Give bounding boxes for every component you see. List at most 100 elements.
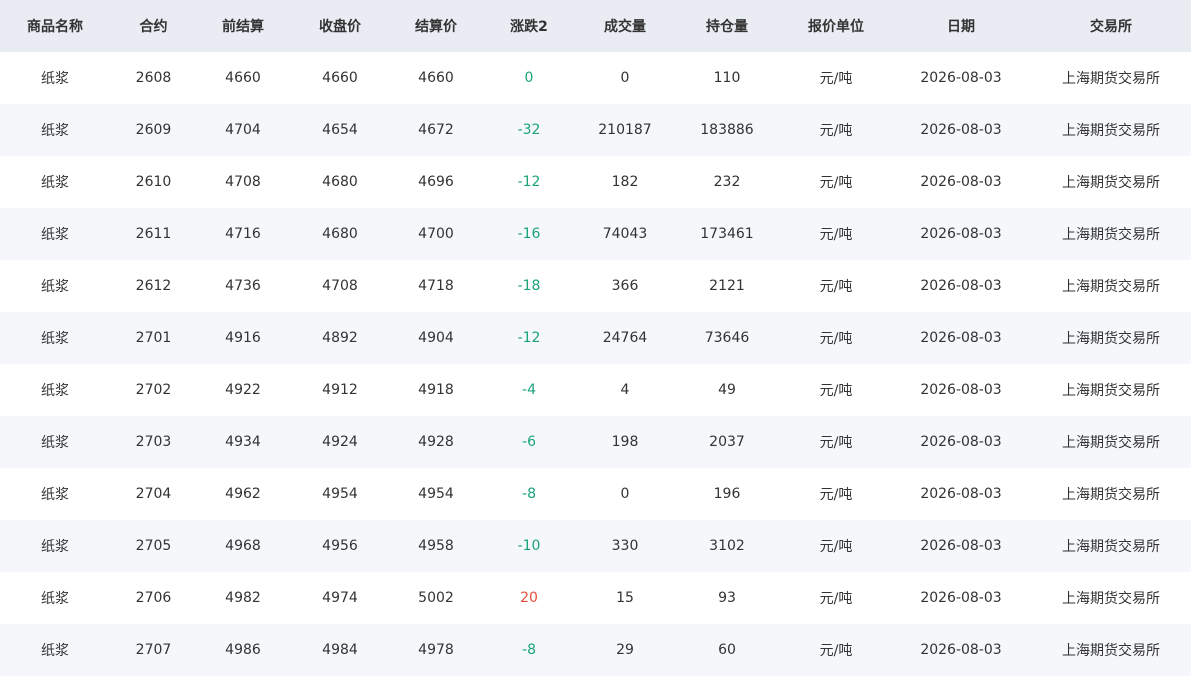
- cell-date: 2026-08-03: [891, 416, 1031, 468]
- table-row[interactable]: 纸浆 2707 4986 4984 4978 -8 29 60 元/吨 2026-08-03 上海期…: [0, 624, 1191, 676]
- cell-name: 纸浆: [0, 156, 110, 208]
- header-col-exchange[interactable]: 交易所: [1031, 0, 1191, 52]
- table-row[interactable]: 纸浆 2609 4704 4654 4672 -32 210187 183886 元/吨 2026…: [0, 104, 1191, 156]
- cell-close: 4680: [289, 156, 391, 208]
- cell-open-interest: 173461: [673, 208, 781, 260]
- table-row[interactable]: 纸浆 2701 4916 4892 4904 -12 24764 73646 元/吨 2026-0…: [0, 312, 1191, 364]
- header-col-date[interactable]: 日期: [891, 0, 1031, 52]
- table-row[interactable]: 纸浆 2612 4736 4708 4718 -18 366 2121 元/吨 2026-08-0…: [0, 260, 1191, 312]
- cell-date: 2026-08-03: [891, 156, 1031, 208]
- header-col-contract[interactable]: 合约: [110, 0, 197, 52]
- cell-settle: 4696: [391, 156, 481, 208]
- cell-exchange: 上海期货交易所: [1031, 260, 1191, 312]
- table-row[interactable]: 纸浆 2705 4968 4956 4958 -10 330 3102 元/吨 2026-08-0…: [0, 520, 1191, 572]
- cell-exchange: 上海期货交易所: [1031, 468, 1191, 520]
- cell-change: 20: [481, 572, 577, 624]
- cell-change: -16: [481, 208, 577, 260]
- header-row: 商品名称 合约 前结算 收盘价 结算价 涨跌2 成交量 持仓量 报价单位 日期 交易所: [0, 0, 1191, 52]
- cell-settle: 5002: [391, 572, 481, 624]
- cell-close: 4680: [289, 208, 391, 260]
- cell-close: 4956: [289, 520, 391, 572]
- cell-volume: 0: [577, 52, 673, 104]
- table-row[interactable]: 纸浆 2706 4982 4974 5002 20 15 93 元/吨 2026-08-03 上海期…: [0, 572, 1191, 624]
- header-col-settle[interactable]: 结算价: [391, 0, 481, 52]
- cell-prev-settle: 4660: [197, 52, 289, 104]
- header-col-unit[interactable]: 报价单位: [781, 0, 891, 52]
- header-col-close[interactable]: 收盘价: [289, 0, 391, 52]
- cell-volume: 210187: [577, 104, 673, 156]
- cell-unit: 元/吨: [781, 624, 891, 676]
- cell-name: 纸浆: [0, 572, 110, 624]
- cell-settle: 4660: [391, 52, 481, 104]
- table-row[interactable]: 纸浆 2702 4922 4912 4918 -4 4 49 元/吨 2026-08-03 上海期货…: [0, 364, 1191, 416]
- cell-volume: 366: [577, 260, 673, 312]
- header-col-volume[interactable]: 成交量: [577, 0, 673, 52]
- cell-exchange: 上海期货交易所: [1031, 104, 1191, 156]
- cell-unit: 元/吨: [781, 312, 891, 364]
- cell-volume: 74043: [577, 208, 673, 260]
- header-col-open-interest[interactable]: 持仓量: [673, 0, 781, 52]
- header-col-name[interactable]: 商品名称: [0, 0, 110, 52]
- cell-close: 4654: [289, 104, 391, 156]
- cell-name: 纸浆: [0, 416, 110, 468]
- cell-prev-settle: 4716: [197, 208, 289, 260]
- cell-unit: 元/吨: [781, 572, 891, 624]
- cell-change: -8: [481, 468, 577, 520]
- cell-prev-settle: 4968: [197, 520, 289, 572]
- cell-settle: 4978: [391, 624, 481, 676]
- table-header: 商品名称 合约 前结算 收盘价 结算价 涨跌2 成交量 持仓量 报价单位 日期 交易所: [0, 0, 1191, 52]
- table-row[interactable]: 纸浆 2704 4962 4954 4954 -8 0 196 元/吨 2026-08-03 上海期…: [0, 468, 1191, 520]
- table-row[interactable]: 纸浆 2611 4716 4680 4700 -16 74043 173461 元/吨 2026-…: [0, 208, 1191, 260]
- cell-open-interest: 73646: [673, 312, 781, 364]
- cell-change: -10: [481, 520, 577, 572]
- table-body: 纸浆 2608 4660 4660 4660 0 0 110 元/吨 2026-08-03 上海期货…: [0, 52, 1191, 676]
- cell-contract: 2611: [110, 208, 197, 260]
- cell-volume: 330: [577, 520, 673, 572]
- cell-open-interest: 2121: [673, 260, 781, 312]
- cell-name: 纸浆: [0, 52, 110, 104]
- cell-settle: 4672: [391, 104, 481, 156]
- cell-volume: 15: [577, 572, 673, 624]
- cell-exchange: 上海期货交易所: [1031, 572, 1191, 624]
- cell-contract: 2612: [110, 260, 197, 312]
- cell-open-interest: 60: [673, 624, 781, 676]
- cell-date: 2026-08-03: [891, 208, 1031, 260]
- cell-name: 纸浆: [0, 520, 110, 572]
- cell-close: 4954: [289, 468, 391, 520]
- table-row[interactable]: 纸浆 2610 4708 4680 4696 -12 182 232 元/吨 2026-08-03…: [0, 156, 1191, 208]
- cell-unit: 元/吨: [781, 520, 891, 572]
- cell-settle: 4958: [391, 520, 481, 572]
- header-col-prev-settle[interactable]: 前结算: [197, 0, 289, 52]
- header-col-change[interactable]: 涨跌2: [481, 0, 577, 52]
- cell-settle: 4954: [391, 468, 481, 520]
- cell-close: 4912: [289, 364, 391, 416]
- cell-date: 2026-08-03: [891, 572, 1031, 624]
- cell-prev-settle: 4704: [197, 104, 289, 156]
- cell-settle: 4718: [391, 260, 481, 312]
- cell-date: 2026-08-03: [891, 624, 1031, 676]
- cell-volume: 4: [577, 364, 673, 416]
- cell-name: 纸浆: [0, 468, 110, 520]
- cell-contract: 2703: [110, 416, 197, 468]
- cell-unit: 元/吨: [781, 156, 891, 208]
- cell-volume: 24764: [577, 312, 673, 364]
- cell-open-interest: 196: [673, 468, 781, 520]
- cell-open-interest: 183886: [673, 104, 781, 156]
- cell-open-interest: 110: [673, 52, 781, 104]
- cell-change: -4: [481, 364, 577, 416]
- cell-unit: 元/吨: [781, 260, 891, 312]
- cell-name: 纸浆: [0, 208, 110, 260]
- cell-contract: 2610: [110, 156, 197, 208]
- table-row[interactable]: 纸浆 2703 4934 4924 4928 -6 198 2037 元/吨 2026-08-03…: [0, 416, 1191, 468]
- cell-exchange: 上海期货交易所: [1031, 416, 1191, 468]
- cell-volume: 29: [577, 624, 673, 676]
- cell-close: 4984: [289, 624, 391, 676]
- cell-change: -32: [481, 104, 577, 156]
- cell-close: 4708: [289, 260, 391, 312]
- cell-prev-settle: 4708: [197, 156, 289, 208]
- cell-date: 2026-08-03: [891, 312, 1031, 364]
- cell-unit: 元/吨: [781, 364, 891, 416]
- cell-close: 4892: [289, 312, 391, 364]
- table-row[interactable]: 纸浆 2608 4660 4660 4660 0 0 110 元/吨 2026-08-03 上海期货…: [0, 52, 1191, 104]
- cell-volume: 182: [577, 156, 673, 208]
